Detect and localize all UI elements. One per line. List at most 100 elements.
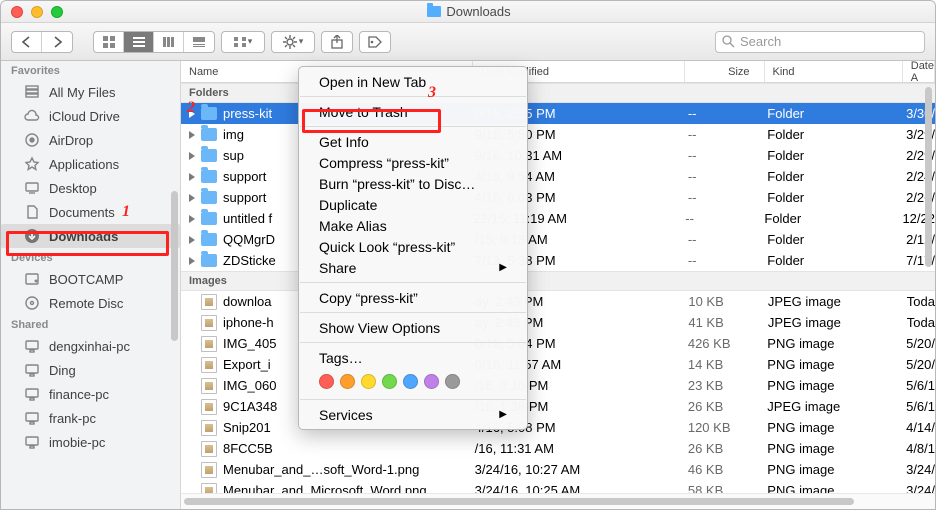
view-icon-button[interactable] (94, 32, 124, 52)
menu-item-label: Make Alias (319, 218, 387, 234)
view-column-button[interactable] (154, 32, 184, 52)
menu-item[interactable]: Get Info (299, 131, 527, 152)
col-date-added[interactable]: Date A (903, 61, 935, 82)
sidebar-header: Shared (1, 315, 180, 334)
menu-item[interactable]: Burn “press-kit” to Disc… (299, 173, 527, 194)
folder-icon (201, 128, 217, 141)
table-row[interactable]: downloaay, 2:43 PM10 KBJPEG imageToda (181, 291, 935, 312)
file-kind: JPEG image (768, 294, 907, 309)
file-name: untitled f (223, 211, 272, 226)
sidebar-item-all-my-files[interactable]: All My Files (1, 80, 180, 104)
menu-item[interactable]: Open in New Tab (299, 71, 527, 92)
file-size: -- (688, 190, 767, 205)
table-row[interactable]: sup9/16, 10:31 AM--Folder2/29/ (181, 145, 935, 166)
disclosure-triangle-icon[interactable] (189, 152, 195, 160)
menu-item[interactable]: Move to Trash (299, 101, 527, 122)
menu-item[interactable]: Quick Look “press-kit” (299, 236, 527, 257)
menu-item-label: Quick Look “press-kit” (319, 239, 455, 255)
arrange-button[interactable]: ▾ (222, 32, 264, 52)
tag-dot[interactable] (445, 374, 460, 389)
menu-item[interactable]: Copy “press-kit” (299, 287, 527, 308)
file-date-added: 4/8/1 (906, 441, 935, 456)
tag-dot[interactable] (424, 374, 439, 389)
file-name: img (223, 127, 244, 142)
tag-dot[interactable] (340, 374, 355, 389)
table-row[interactable]: support4/16, 6:03 PM--Folder2/26/ (181, 187, 935, 208)
table-row[interactable]: Menubar_and_…soft_Word-1.png3/24/16, 10:… (181, 459, 935, 480)
file-list: Name Date Modified Size Kind Date A Fold… (181, 61, 935, 509)
share-icon (331, 35, 343, 49)
sidebar-item-label: Remote Disc (49, 296, 123, 311)
sidebar-item-downloads[interactable]: Downloads (1, 224, 180, 248)
sidebar-item-documents[interactable]: Documents (1, 200, 180, 224)
share-button[interactable] (322, 32, 352, 52)
table-row[interactable]: ZDSticke7/13, 5:38 PM--Folder7/17/ (181, 250, 935, 271)
sidebar-item-finance-pc[interactable]: finance-pc (1, 382, 180, 406)
sidebar-item-imobie-pc[interactable]: imobie-pc (1, 430, 180, 454)
group-header: Folders (181, 83, 935, 103)
table-row[interactable]: 9C1A348/16, 1:38 PM26 KBJPEG image5/6/1 (181, 396, 935, 417)
table-row[interactable]: Menubar_and_Microsoft_Word.png3/24/16, 1… (181, 480, 935, 493)
col-kind[interactable]: Kind (765, 61, 903, 82)
sidebar-item-applications[interactable]: Applications (1, 152, 180, 176)
disclosure-triangle-icon[interactable] (189, 257, 195, 265)
sidebar-item-airdrop[interactable]: AirDrop (1, 128, 180, 152)
image-icon (201, 483, 217, 494)
content-scrollbar[interactable] (925, 87, 932, 267)
table-row[interactable]: support4/16, 9:54 AM--Folder2/24/ (181, 166, 935, 187)
sidebar-scrollbar[interactable] (171, 191, 178, 341)
disclosure-triangle-icon[interactable] (189, 215, 195, 223)
tags-button[interactable] (360, 32, 390, 52)
menu-item[interactable]: Duplicate (299, 194, 527, 215)
view-coverflow-button[interactable] (184, 32, 214, 52)
menu-item[interactable]: Make Alias (299, 215, 527, 236)
horizontal-scrollbar[interactable] (181, 493, 935, 509)
sidebar-item-label: Downloads (49, 229, 118, 244)
table-row[interactable]: iphone-hay, 2:43 PM41 KBJPEG imageToda (181, 312, 935, 333)
table-row[interactable]: Snip2014/16, 5:08 PM120 KBPNG image4/14/ (181, 417, 935, 438)
file-date-added: 5/20/ (906, 357, 935, 372)
action-button[interactable]: ▾ (272, 32, 314, 52)
col-size[interactable]: Size (685, 61, 764, 82)
menu-item[interactable]: Compress “press-kit” (299, 152, 527, 173)
sidebar-item-icloud-drive[interactable]: iCloud Drive (1, 104, 180, 128)
table-row[interactable]: IMG_060/16, 3:10 PM23 KBPNG image5/6/1 (181, 375, 935, 396)
table-row[interactable]: IMG_4050/16, 5:04 PM426 KBPNG image5/20/ (181, 333, 935, 354)
sidebar-item-frank-pc[interactable]: frank-pc (1, 406, 180, 430)
sidebar-item-remote-disc[interactable]: Remote Disc (1, 291, 180, 315)
forward-button[interactable] (42, 32, 72, 52)
file-kind: Folder (764, 211, 902, 226)
sidebar-item-bootcamp[interactable]: BOOTCAMP (1, 267, 180, 291)
table-row[interactable]: Export_i0/16, 11:57 AM14 KBPNG image5/20… (181, 354, 935, 375)
file-size: -- (688, 232, 767, 247)
table-row[interactable]: img9/16, 5:50 PM--Folder3/29/ (181, 124, 935, 145)
table-row[interactable]: QQMgrD/15, 9:13 AM--Folder2/12/ (181, 229, 935, 250)
maximize-button[interactable] (51, 6, 63, 18)
menu-item[interactable]: Share▶ (299, 257, 527, 278)
file-kind: Folder (767, 190, 906, 205)
image-icon (201, 378, 217, 394)
disclosure-triangle-icon[interactable] (189, 131, 195, 139)
disclosure-triangle-icon[interactable] (189, 194, 195, 202)
tag-dot[interactable] (361, 374, 376, 389)
close-button[interactable] (11, 6, 23, 18)
menu-item[interactable]: Services▶ (299, 404, 527, 425)
minimize-button[interactable] (31, 6, 43, 18)
sidebar-item-dengxinhai-pc[interactable]: dengxinhai-pc (1, 334, 180, 358)
disclosure-triangle-icon[interactable] (189, 236, 195, 244)
table-row[interactable]: 8FCC5B/16, 11:31 AM26 KBPNG image4/8/1 (181, 438, 935, 459)
sidebar-item-ding[interactable]: Ding (1, 358, 180, 382)
table-row[interactable]: untitled f22/15, 11:19 AM--Folder12/22 (181, 208, 935, 229)
menu-item[interactable]: Show View Options (299, 317, 527, 338)
back-button[interactable] (12, 32, 42, 52)
view-list-button[interactable] (124, 32, 154, 52)
tag-dot[interactable] (319, 374, 334, 389)
disclosure-triangle-icon[interactable] (189, 173, 195, 181)
menu-item[interactable]: Tags… (299, 347, 527, 368)
tag-dot[interactable] (382, 374, 397, 389)
search-field[interactable]: Search (715, 31, 925, 53)
disclosure-triangle-icon[interactable] (189, 110, 195, 118)
table-row[interactable]: press-kit0/16, 2:25 PM--Folder3/30/ (181, 103, 935, 124)
sidebar-item-desktop[interactable]: Desktop (1, 176, 180, 200)
tag-dot[interactable] (403, 374, 418, 389)
